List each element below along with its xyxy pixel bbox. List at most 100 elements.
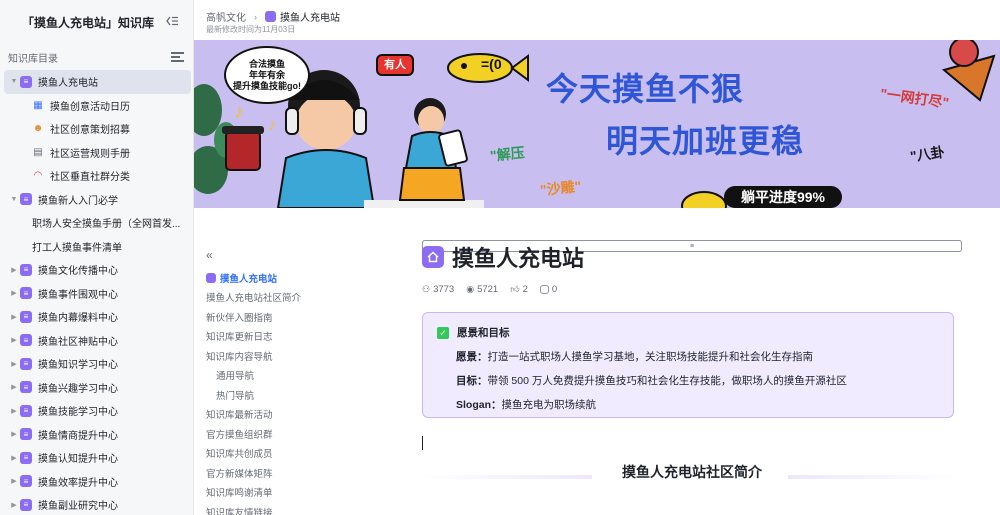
outline-item[interactable]: 新伙伴入圈指南 xyxy=(206,307,396,327)
outline-item[interactable]: 知识库友情链接 xyxy=(206,502,396,515)
goal-text: 带领 500 万人免费提升摸鱼技巧和社会化生存技能，做职场人的摸鱼开源社区 xyxy=(487,375,847,387)
purple-doc-icon: ≡ xyxy=(20,428,32,441)
sidebar-item[interactable]: ▶ ≡ 摸鱼副业研究中心 xyxy=(0,493,193,515)
callout-heading: ✓ 愿景和目标 xyxy=(437,325,939,340)
members-count: 3773 xyxy=(433,284,455,295)
sidebar-item[interactable]: ◠ 社区垂直社群分类 xyxy=(0,164,193,188)
outline-item-label: 热门导航 xyxy=(216,390,255,402)
sidebar-item-label: 社区垂直社群分类 xyxy=(50,172,130,184)
likes-count: 2 xyxy=(522,284,528,295)
goal-label: 目标： xyxy=(456,375,488,387)
vision-callout: ✓ 愿景和目标 愿景：打造一站式职场人摸鱼学习基地，关注职场技能提升和社会化生存… xyxy=(422,312,954,418)
caret-down-icon[interactable]: ▼ xyxy=(8,78,20,85)
sidebar-item-label: 摸鱼文化传播中心 xyxy=(38,266,118,278)
sidebar-item-label: 摸鱼情商提升中心 xyxy=(38,430,118,442)
caret-right-icon[interactable]: ▶ xyxy=(8,336,20,344)
sidebar-item-label: 摸鱼社区神贴中心 xyxy=(38,336,118,348)
book-icon: ▤ xyxy=(33,146,43,158)
caret-right-icon[interactable]: ▶ xyxy=(8,477,20,485)
outline-item[interactable]: 知识库共创成员 xyxy=(206,444,396,464)
comment-icon xyxy=(539,285,549,294)
last-modified: 最新修改时间为11月03日 xyxy=(206,25,296,34)
sidebar-item[interactable]: ▶ ≡ 摸鱼内幕爆料中心 xyxy=(0,305,193,329)
caret-right-icon[interactable]: ▶ xyxy=(8,501,20,509)
cover-banner: ♪ ♪ 合法摸鱼 年年有余 提升摸鱼技能go! 有人 =(0 今天摸鱼不狠 明天加班… xyxy=(194,40,1000,208)
breadcrumb-current[interactable]: 摸鱼人充电站 xyxy=(280,9,340,24)
caret-right-icon[interactable]: ▶ xyxy=(8,289,20,297)
sidebar-item[interactable]: ▶ ≡ 摸鱼知识学习中心 xyxy=(0,352,193,376)
chevron-right-icon: › xyxy=(254,11,257,22)
sidebar-item[interactable]: ▶ ≡ 摸鱼认知提升中心 xyxy=(0,446,193,470)
collapse-sidebar-icon[interactable] xyxy=(165,15,179,29)
views-count: 5721 xyxy=(477,284,499,295)
vision-line: 愿景：打造一站式职场人摸鱼学习基地，关注职场技能提升和社会化生存指南 xyxy=(437,349,939,364)
sidebar-item-label: 摸鱼兴趣学习中心 xyxy=(38,383,118,395)
purple-doc-icon: ≡ xyxy=(20,334,32,347)
outline-item[interactable]: 知识库最新活动 xyxy=(206,405,396,425)
purple-doc-icon: ≡ xyxy=(20,404,32,417)
breadcrumb-root[interactable]: 高帆文化 xyxy=(206,9,246,24)
caret-right-icon[interactable]: ▶ xyxy=(8,407,20,415)
likes-stat[interactable]: 👍︎ 2 xyxy=(510,284,528,295)
sidebar-header: 「摸鱼人充电站」知识库 xyxy=(0,0,193,44)
doc-stats: ⚇ 3773 ◉ 5721 👍︎ 2 0 xyxy=(422,284,962,295)
outline-item-label: 知识库共创成员 xyxy=(206,449,273,461)
headline-line-2: 明天加班更稳 xyxy=(606,123,805,159)
sidebar-item-label: 摸鱼创意活动日历 xyxy=(50,101,130,113)
sidebar-item[interactable]: ▶ ≡ 摸鱼技能学习中心 xyxy=(0,399,193,423)
caret-down-icon[interactable]: ▼ xyxy=(8,196,20,203)
svg-text:♪: ♪ xyxy=(268,117,276,134)
outline-item[interactable]: 摸鱼人充电站 xyxy=(206,268,396,288)
app-root: 「摸鱼人充电站」知识库 知识库目录 ▼ ≡ 摸鱼人充电站 ▦ 摸鱼创意活动日历 ☻ 社区创意… xyxy=(0,0,1000,515)
outline-item[interactable]: 通用导航 xyxy=(206,366,396,386)
caret-right-icon[interactable]: ▶ xyxy=(8,313,20,321)
sidebar-item[interactable]: ▶ ≡ 摸鱼效率提升中心 xyxy=(0,470,193,494)
sidebar-item[interactable]: ▼ ≡ 摸鱼人充电站 xyxy=(4,70,191,94)
text-cursor[interactable] xyxy=(422,436,423,450)
purple-doc-icon: ≡ xyxy=(20,357,32,370)
slogan-text: 摸鱼充电为职场续航 xyxy=(501,399,597,411)
sidebar-item-label: 社区创意策划招募 xyxy=(50,125,130,137)
sidebar-item[interactable]: ≡职场人安全摸鱼手册（全网首发... xyxy=(0,211,962,252)
caret-right-icon[interactable]: ▶ xyxy=(8,383,20,391)
outline-item[interactable]: 知识库内容导航 xyxy=(206,346,396,366)
comments-stat[interactable]: 0 xyxy=(539,284,557,295)
sort-icon[interactable] xyxy=(171,51,185,63)
outline-item[interactable]: 热门导航 xyxy=(206,385,396,405)
sidebar-item[interactable]: ▶ ≡ 摸鱼兴趣学习中心 xyxy=(0,376,193,400)
sidebar-item[interactable]: ▶ ≡ 摸鱼事件围观中心 xyxy=(0,282,193,306)
outline-item[interactable]: 官方摸鱼组织群 xyxy=(206,424,396,444)
caret-right-icon[interactable]: ▶ xyxy=(8,360,20,368)
outline-item-label: 知识库内容导航 xyxy=(206,351,273,363)
outline-item-label: 知识库更新日志 xyxy=(206,332,273,344)
sidebar-item[interactable]: ≡ 打工人摸鱼事件清单 xyxy=(0,235,962,259)
sidebar-item[interactable]: ☻ 社区创意策划招募 xyxy=(0,117,193,141)
home-icon xyxy=(422,246,444,268)
vision-label: 愿景： xyxy=(456,351,488,363)
sidebar-item[interactable]: ▶ ≡ 摸鱼社区神贴中心 xyxy=(0,329,193,353)
caret-right-icon[interactable]: ▶ xyxy=(8,454,20,462)
breadcrumb: 高帆文化 › 摸鱼人充电站 xyxy=(206,9,340,24)
outline-item[interactable]: 知识库更新日志 xyxy=(206,327,396,347)
sidebar-item[interactable]: ▶ ≡ 摸鱼文化传播中心 xyxy=(0,258,193,282)
members-stat: ⚇ 3773 xyxy=(422,284,454,295)
speech-bubble: 合法摸鱼 年年有余 提升摸鱼技能go! xyxy=(224,46,310,104)
collapse-outline-icon[interactable]: « xyxy=(206,248,213,262)
sidebar-item-label: 摸鱼认知提升中心 xyxy=(38,454,118,466)
purple-doc-icon: ≡ xyxy=(20,287,32,300)
outline-item[interactable]: 知识库鸣谢清单 xyxy=(206,483,396,503)
top-bar: 高帆文化 › 摸鱼人充电站 最新修改时间为11月03日 xyxy=(194,0,1000,40)
caret-right-icon[interactable]: ▶ xyxy=(8,266,20,274)
progress-pill: 躺平进度99% xyxy=(724,186,842,208)
sidebar-item[interactable]: ▶ ≡ 摸鱼情商提升中心 xyxy=(0,423,193,447)
sidebar-item-label: 摸鱼人充电站 xyxy=(38,78,98,90)
sidebar-item[interactable]: ▼ ≡ 摸鱼新人入门必学 xyxy=(0,188,193,212)
outline-item[interactable]: 官方新媒体矩阵 xyxy=(206,463,396,483)
caret-right-icon[interactable]: ▶ xyxy=(8,430,20,438)
outline-item-label: 摸鱼人充电站 xyxy=(220,273,278,285)
sidebar-item[interactable]: ▤ 社区运营规则手册 xyxy=(0,141,193,165)
sidebar-item[interactable]: ▦ 摸鱼创意活动日历 xyxy=(0,94,193,118)
outline-item[interactable]: 摸鱼人充电站社区简介 xyxy=(206,288,396,308)
purple-doc-icon: ≡ xyxy=(20,381,32,394)
slogan-line: Slogan：摸鱼充电为职场续航 xyxy=(437,397,939,412)
